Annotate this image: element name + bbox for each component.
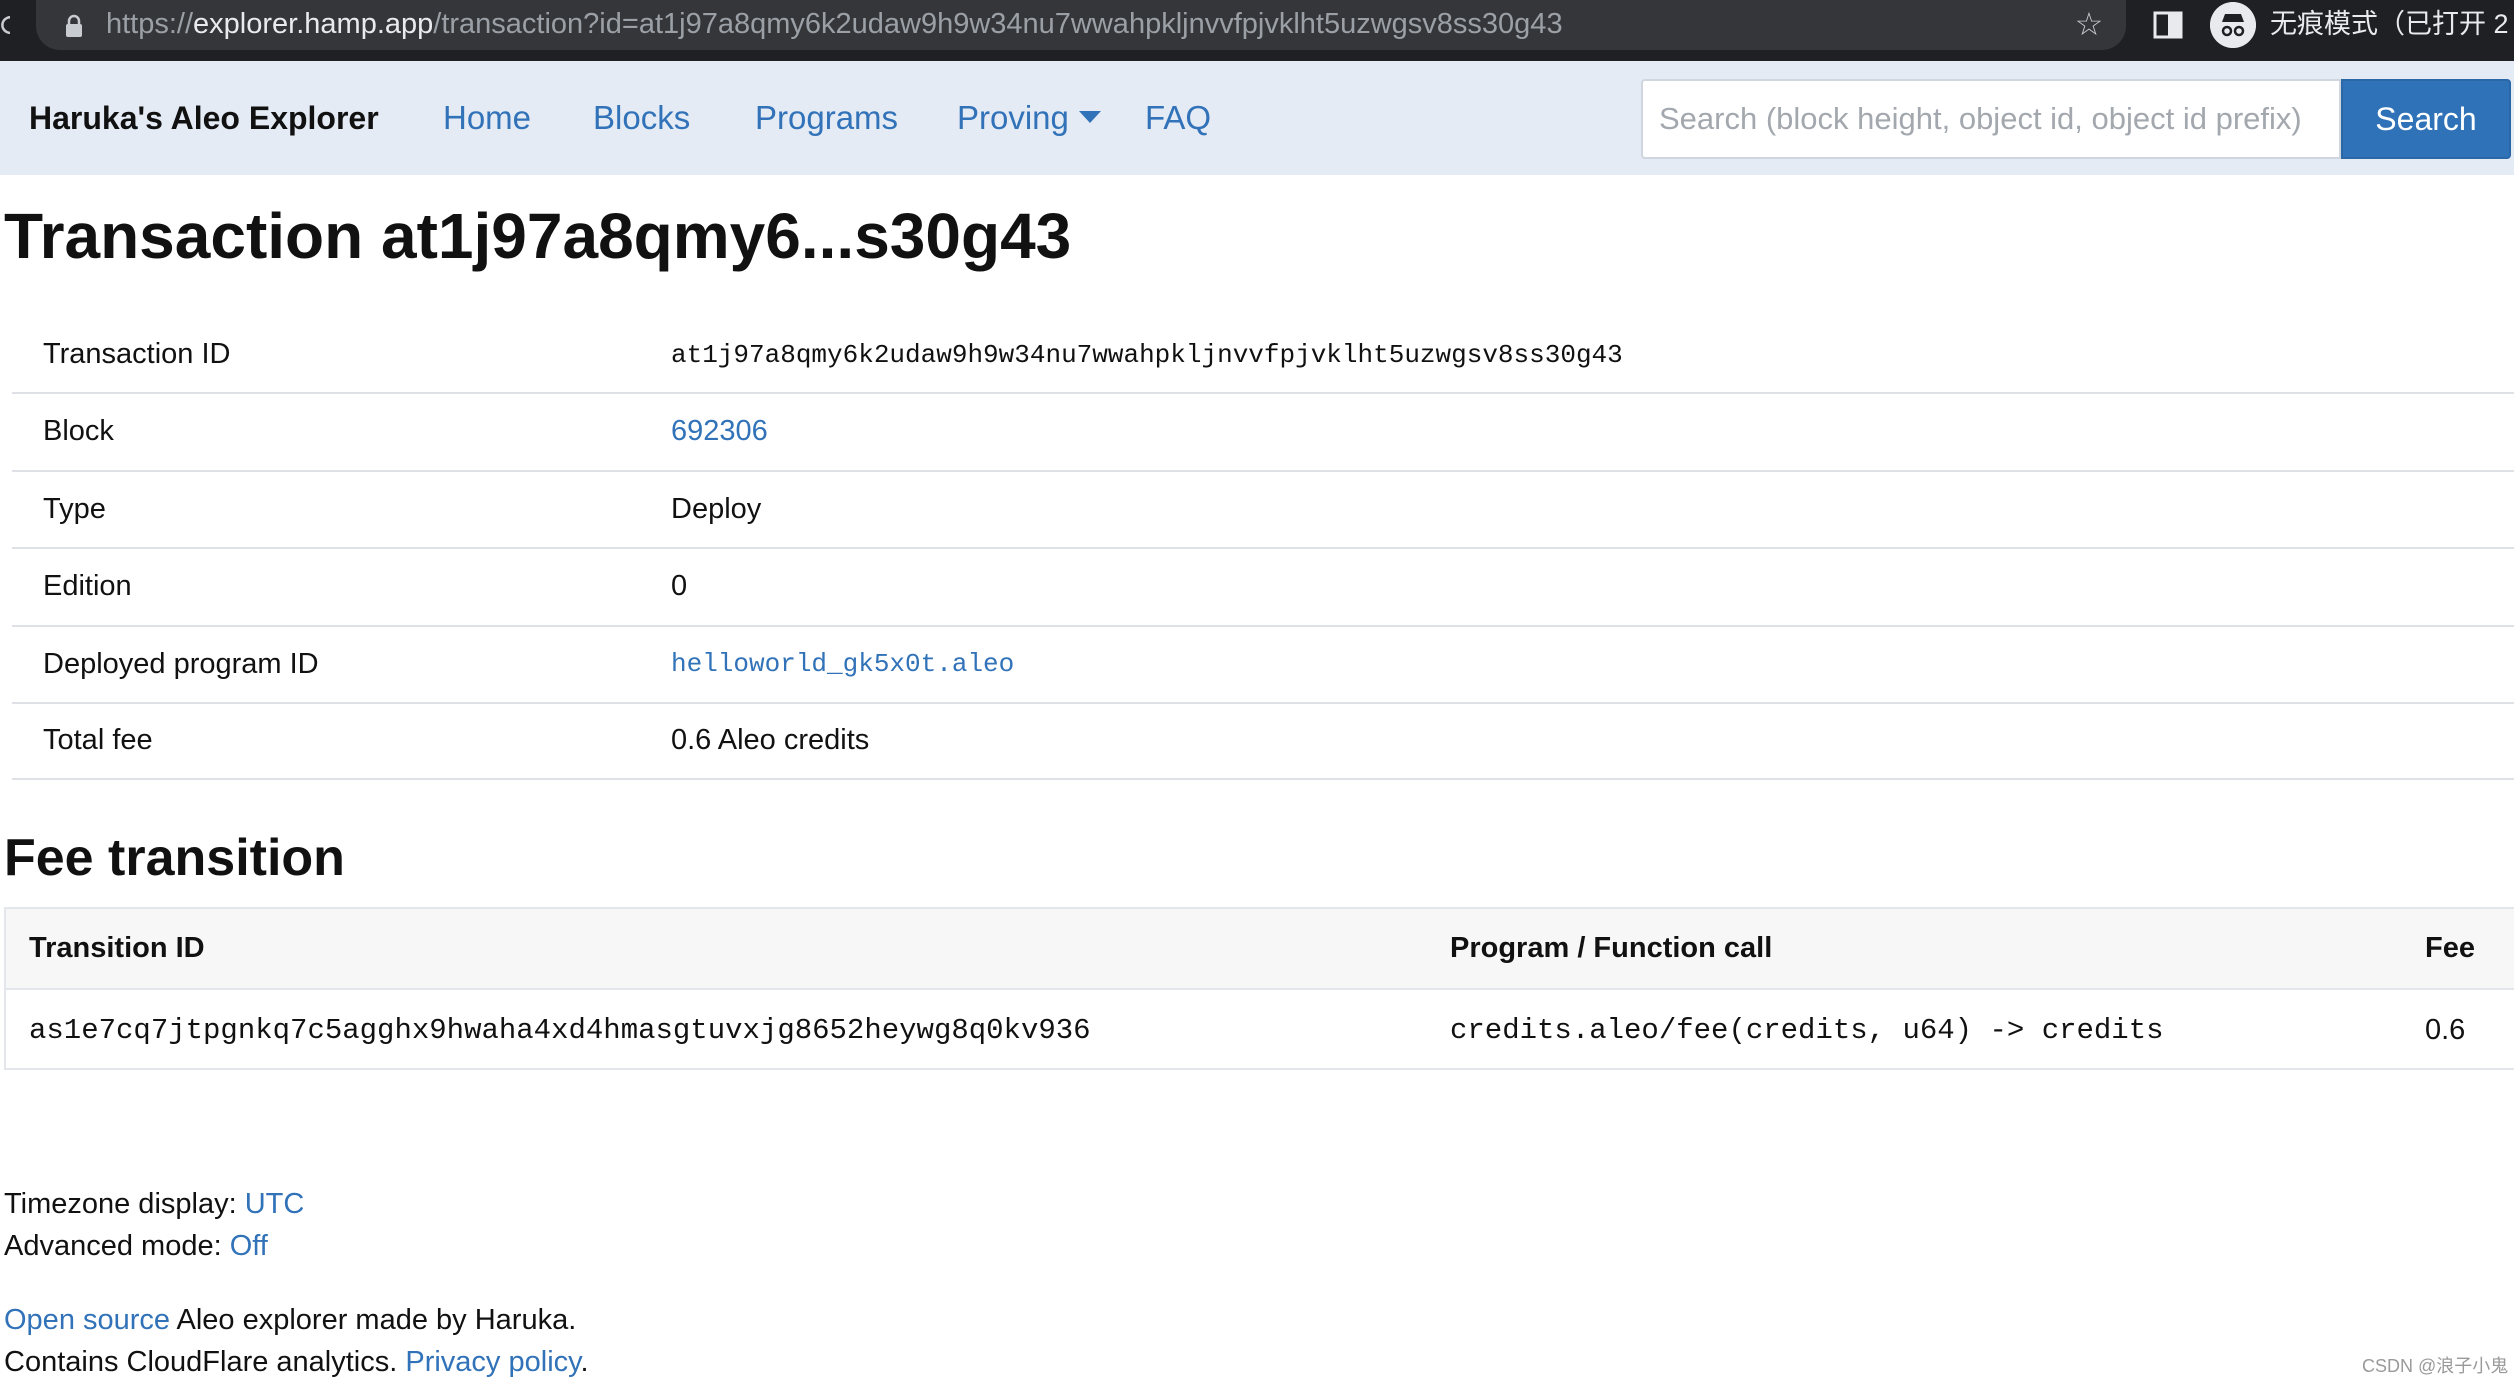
browser-toolbar: ⟳ https://explorer.hamp.app/transaction?… (0, 0, 2514, 61)
advanced-mode-toggle-link[interactable]: Off (230, 1230, 268, 1262)
incognito-label[interactable]: 无痕模式（已打开 2 (2270, 6, 2509, 42)
table-row: as1e7cq7jtpgnkq7c5agghx9hwaha4xd4hmasgtu… (6, 990, 2514, 1070)
fee-transition-heading: Fee transition (4, 829, 345, 887)
url-scheme: https:// (106, 8, 194, 40)
side-panel-icon[interactable] (2152, 10, 2184, 40)
detail-label: Type (43, 492, 106, 525)
detail-row-edition: Edition 0 (12, 547, 2514, 625)
nav-blocks-link[interactable]: Blocks (593, 97, 690, 139)
site-brand[interactable]: Haruka's Aleo Explorer (29, 97, 379, 139)
column-header-call: Program / Function call (1450, 932, 1773, 964)
bookmark-star-icon[interactable]: ☆ (2072, 6, 2106, 42)
detail-label: Deployed program ID (43, 647, 319, 680)
timezone-setting: Timezone display: UTC (4, 1184, 304, 1224)
credits-text: Aleo explorer made by Haruka. (170, 1304, 577, 1336)
column-header-fee: Fee (2425, 932, 2475, 964)
lock-icon (66, 14, 82, 37)
advanced-mode-setting: Advanced mode: Off (4, 1226, 268, 1266)
nav-programs-link[interactable]: Programs (755, 97, 898, 139)
detail-row-program-id: Deployed program ID helloworld_gk5x0t.al… (12, 624, 2514, 703)
url-text[interactable]: https://explorer.hamp.app/transaction?id… (106, 6, 1563, 42)
search-button[interactable]: Search (2341, 79, 2511, 159)
navbar: Haruka's Aleo Explorer Home Blocks Progr… (0, 61, 2514, 175)
edition-value: 0 (671, 570, 688, 603)
program-id-link[interactable]: helloworld_gk5x0t.aleo (671, 627, 1014, 703)
incognito-icon[interactable] (2210, 2, 2256, 48)
detail-row-transaction-id: Transaction ID at1j97a8qmy6k2udaw9h9w34n… (12, 317, 2514, 392)
fee-value: 0.6 (2425, 1013, 2466, 1046)
detail-label: Total fee (43, 724, 153, 757)
privacy-period: . (580, 1346, 589, 1378)
reload-icon[interactable]: ⟳ (0, 10, 10, 44)
credits-line: Open source Aleo explorer made by Haruka… (4, 1300, 576, 1340)
block-link[interactable]: 692306 (671, 394, 768, 470)
table-header-row: Transition ID Program / Function call Fe… (6, 909, 2514, 990)
detail-label: Transaction ID (43, 338, 231, 370)
detail-row-type: Type Deploy (12, 469, 2514, 548)
analytics-text: Contains CloudFlare analytics. (4, 1346, 406, 1378)
open-source-link[interactable]: Open source (4, 1304, 170, 1336)
function-call-value: credits.aleo/fee(credits, u64) -> credit… (1450, 1013, 2164, 1047)
type-value: Deploy (671, 492, 762, 525)
analytics-line: Contains CloudFlare analytics. Privacy p… (4, 1342, 589, 1382)
advanced-mode-label: Advanced mode: (4, 1230, 230, 1262)
nav-proving-dropdown[interactable]: Proving (957, 97, 1069, 139)
chevron-down-icon[interactable] (1079, 111, 1101, 123)
nav-faq-link[interactable]: FAQ (1145, 97, 1211, 139)
url-path: /transaction?id=at1j97a8qmy6k2udaw9h9w34… (433, 8, 1563, 40)
detail-row-total-fee: Total fee 0.6 Aleo credits (12, 702, 2514, 780)
fee-transition-table: Transition ID Program / Function call Fe… (4, 907, 2514, 1070)
timezone-toggle-link[interactable]: UTC (245, 1188, 305, 1220)
privacy-policy-link[interactable]: Privacy policy (405, 1346, 580, 1378)
url-host: explorer.hamp.app (193, 8, 434, 40)
search-input[interactable] (1641, 79, 2341, 159)
timezone-label: Timezone display: (4, 1188, 245, 1220)
detail-label: Edition (43, 570, 132, 603)
detail-row-block: Block 692306 (12, 392, 2514, 470)
nav-home-link[interactable]: Home (443, 97, 531, 139)
detail-label: Block (43, 415, 114, 448)
csdn-watermark: CSDN @浪子小鬼 (2362, 1356, 2509, 1376)
page-title: Transaction at1j97a8qmy6...s30g43 (4, 200, 1072, 272)
total-fee-value: 0.6 Aleo credits (671, 724, 870, 757)
transaction-id-value: at1j97a8qmy6k2udaw9h9w34nu7wwahpkljnvvfp… (671, 339, 1623, 370)
transaction-details-table: Transaction ID at1j97a8qmy6k2udaw9h9w34n… (12, 317, 2514, 780)
transition-id-link[interactable]: as1e7cq7jtpgnkq7c5agghx9hwaha4xd4hmasgtu… (29, 990, 1091, 1070)
column-header-transition-id: Transition ID (29, 932, 205, 964)
